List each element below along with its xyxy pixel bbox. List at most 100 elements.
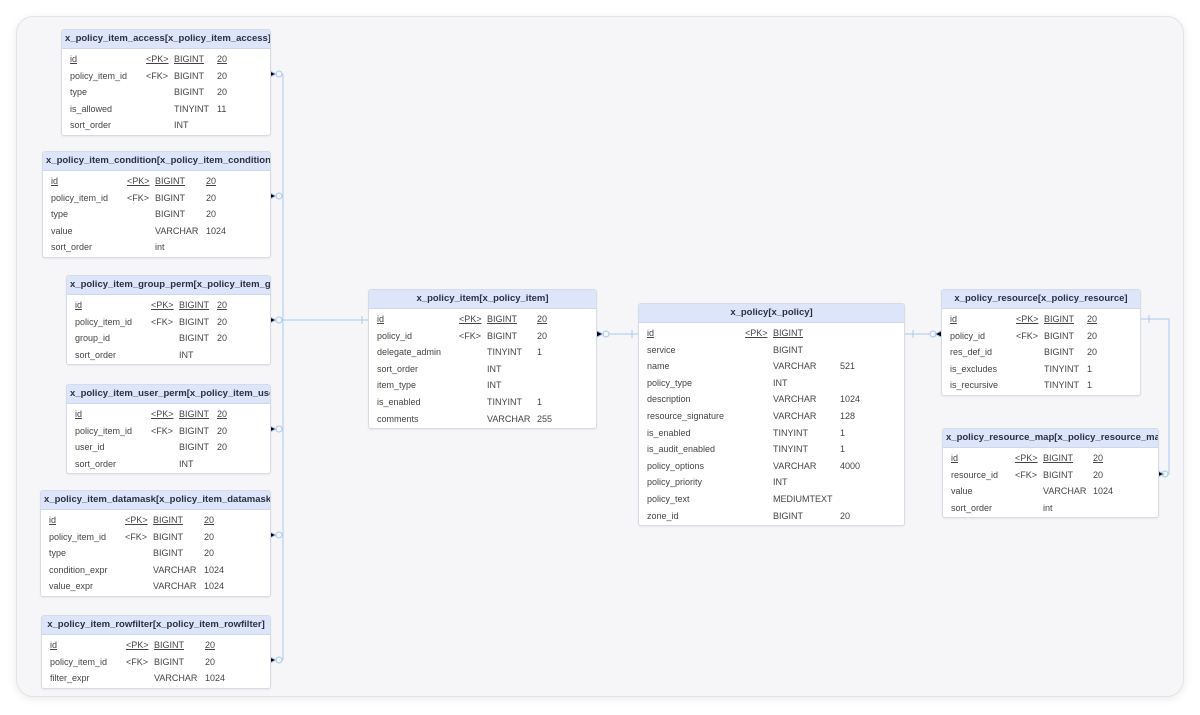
column-row[interactable]: value VARCHAR 1024	[43, 224, 270, 241]
column-row[interactable]: condition_expr VARCHAR 1024	[41, 563, 270, 580]
optional-marker-resource-map	[1161, 470, 1169, 478]
column-row[interactable]: service BIGINT	[639, 343, 904, 360]
column-row[interactable]: policy_item_id <FK> BIGINT 20	[42, 655, 270, 672]
column-name: delegate_admin	[377, 347, 442, 358]
column-row[interactable]: id <PK> BIGINT 20	[369, 312, 596, 329]
entity-policy-item-group-perm[interactable]: x_policy_item_group_perm[x_policy_item_g…	[66, 275, 271, 366]
column-length: 20	[206, 192, 217, 203]
column-row[interactable]: id <PK> BIGINT 20	[67, 407, 270, 424]
column-row[interactable]: user_id BIGINT 20	[67, 440, 270, 457]
column-row[interactable]: value VARCHAR 1024	[943, 484, 1158, 501]
column-row[interactable]: is_audit_enabled TINYINT 1	[639, 442, 904, 459]
column-row[interactable]: resource_id <FK> BIGINT 20	[943, 468, 1158, 485]
column-row[interactable]: sort_order INT	[67, 457, 270, 474]
column-length: 20	[206, 176, 217, 186]
column-type: VARCHAR	[487, 413, 531, 424]
column-row[interactable]: description VARCHAR 1024	[639, 392, 904, 409]
column-row[interactable]: value_expr VARCHAR 1024	[41, 579, 270, 596]
entity-policy-item-access[interactable]: x_policy_item_access[x_policy_item_acces…	[61, 29, 271, 136]
column-row[interactable]: delegate_admin TINYINT 1	[369, 345, 596, 362]
column-row[interactable]: is_recursive TINYINT 1	[942, 378, 1140, 395]
column-type: VARCHAR	[1043, 486, 1087, 497]
column-row[interactable]: is_excludes TINYINT 1	[942, 362, 1140, 379]
entity-policy-item-user-perm[interactable]: x_policy_item_user_perm[x_policy_item_us…	[66, 384, 271, 475]
column-length: 255	[537, 413, 553, 424]
column-row[interactable]: sort_order INT	[67, 348, 270, 365]
column-row[interactable]: is_allowed TINYINT 11	[62, 102, 270, 119]
column-name: sort_order	[951, 502, 993, 513]
column-row[interactable]: res_def_id BIGINT 20	[942, 345, 1140, 362]
entity-columns: id <PK> BIGINT 20 policy_item_id <FK> BIGINT 20…	[67, 295, 270, 364]
column-row[interactable]: id <PK> BIGINT 20	[62, 52, 270, 69]
column-length: 20	[206, 209, 217, 220]
column-row[interactable]: sort_order int	[943, 501, 1158, 518]
column-row[interactable]: policy_type INT	[639, 376, 904, 393]
column-row[interactable]: policy_item_id <FK> BIGINT 20	[43, 191, 270, 208]
column-type: INT	[179, 349, 194, 360]
column-type: BIGINT	[155, 176, 186, 186]
column-row[interactable]: id <PK> BIGINT	[639, 326, 904, 343]
column-row[interactable]: policy_id <FK> BIGINT 20	[942, 329, 1140, 346]
column-row[interactable]: id <PK> BIGINT 20	[943, 451, 1158, 468]
column-type: BIGINT	[179, 442, 210, 453]
column-name: id	[70, 54, 78, 64]
column-row[interactable]: type BIGINT 20	[41, 546, 270, 563]
column-name: value	[951, 486, 973, 497]
column-name: id	[51, 176, 59, 186]
column-row[interactable]: policy_options VARCHAR 4000	[639, 459, 904, 476]
entity-policy-item-condition[interactable]: x_policy_item_condition[x_policy_item_co…	[42, 151, 271, 258]
column-row[interactable]: id <PK> BIGINT 20	[942, 312, 1140, 329]
entity-policy-item[interactable]: x_policy_item[x_policy_item] id <PK> BIGINT…	[368, 289, 597, 430]
column-row[interactable]: policy_item_id <FK> BIGINT 20	[41, 530, 270, 547]
column-row[interactable]: policy_item_id <FK> BIGINT 20	[67, 315, 270, 332]
column-row[interactable]: id <PK> BIGINT 20	[43, 174, 270, 191]
column-row[interactable]: id <PK> BIGINT 20	[41, 513, 270, 530]
column-row[interactable]: sort_order INT	[62, 118, 270, 135]
column-length: 20	[217, 442, 228, 453]
column-row[interactable]: sort_order INT	[369, 362, 596, 379]
entity-policy-resource-map[interactable]: x_policy_resource_map[x_policy_resource_…	[942, 428, 1159, 519]
column-row[interactable]: policy_text MEDIUMTEXT	[639, 492, 904, 509]
column-row[interactable]: name VARCHAR 521	[639, 359, 904, 376]
column-row[interactable]: comments VARCHAR 255	[369, 412, 596, 429]
column-row[interactable]: is_enabled TINYINT 1	[639, 426, 904, 443]
column-name: id	[49, 515, 57, 525]
column-name: resource_signature	[647, 410, 725, 421]
column-row[interactable]: policy_item_id <FK> BIGINT 20	[67, 424, 270, 441]
entity-policy-item-datamask[interactable]: x_policy_item_datamask[x_policy_item_dat…	[40, 490, 271, 597]
column-row[interactable]: filter_expr VARCHAR 1024	[42, 671, 270, 688]
entity-columns: id <PK> BIGINT 20 policy_item_id <FK> BIGINT 20…	[62, 49, 270, 135]
column-type: TINYINT	[773, 427, 808, 438]
entity-policy-item-rowfilter[interactable]: x_policy_item_rowfilter[x_policy_item_ro…	[41, 615, 271, 689]
entity-policy-resource[interactable]: x_policy_resource[x_policy_resource] id <P…	[941, 289, 1141, 396]
column-key: <FK>	[125, 531, 148, 542]
column-row[interactable]: policy_id <FK> BIGINT 20	[369, 329, 596, 346]
column-row[interactable]: sort_order int	[43, 240, 270, 257]
column-type: TINYINT	[773, 444, 808, 455]
column-row[interactable]: policy_priority INT	[639, 475, 904, 492]
column-row[interactable]: id <PK> BIGINT 20	[42, 638, 270, 655]
column-length: 20	[217, 333, 228, 344]
column-length: 20	[1093, 469, 1104, 480]
column-row[interactable]: is_enabled TINYINT 1	[369, 395, 596, 412]
entity-columns: id <PK> BIGINT 20 policy_item_id <FK> BIGINT 20…	[67, 404, 270, 473]
column-row[interactable]: type BIGINT 20	[43, 207, 270, 224]
entity-title: x_policy_resource[x_policy_resource]	[942, 290, 1140, 309]
column-row[interactable]: type BIGINT 20	[62, 85, 270, 102]
column-key: <FK>	[127, 192, 150, 203]
column-name: policy_priority	[647, 477, 703, 488]
column-row[interactable]: zone_id BIGINT 20	[639, 509, 904, 526]
column-row[interactable]: resource_signature VARCHAR 128	[639, 409, 904, 426]
optional-marker-access	[275, 70, 283, 78]
column-row[interactable]: group_id BIGINT 20	[67, 331, 270, 348]
column-type: int	[155, 242, 165, 253]
entity-columns: id <PK> BIGINT service BIGINT name VARCHAR 521 p…	[639, 323, 904, 525]
entity-policy[interactable]: x_policy[x_policy] id <PK> BIGINT service BIG…	[638, 303, 905, 527]
column-row[interactable]: policy_item_id <FK> BIGINT 20	[62, 69, 270, 86]
column-length: 20	[537, 330, 548, 341]
column-name: policy_type	[647, 377, 693, 388]
column-name: type	[51, 209, 69, 220]
column-row[interactable]: item_type INT	[369, 378, 596, 395]
column-row[interactable]: id <PK> BIGINT 20	[67, 298, 270, 315]
column-type: BIGINT	[179, 300, 210, 310]
